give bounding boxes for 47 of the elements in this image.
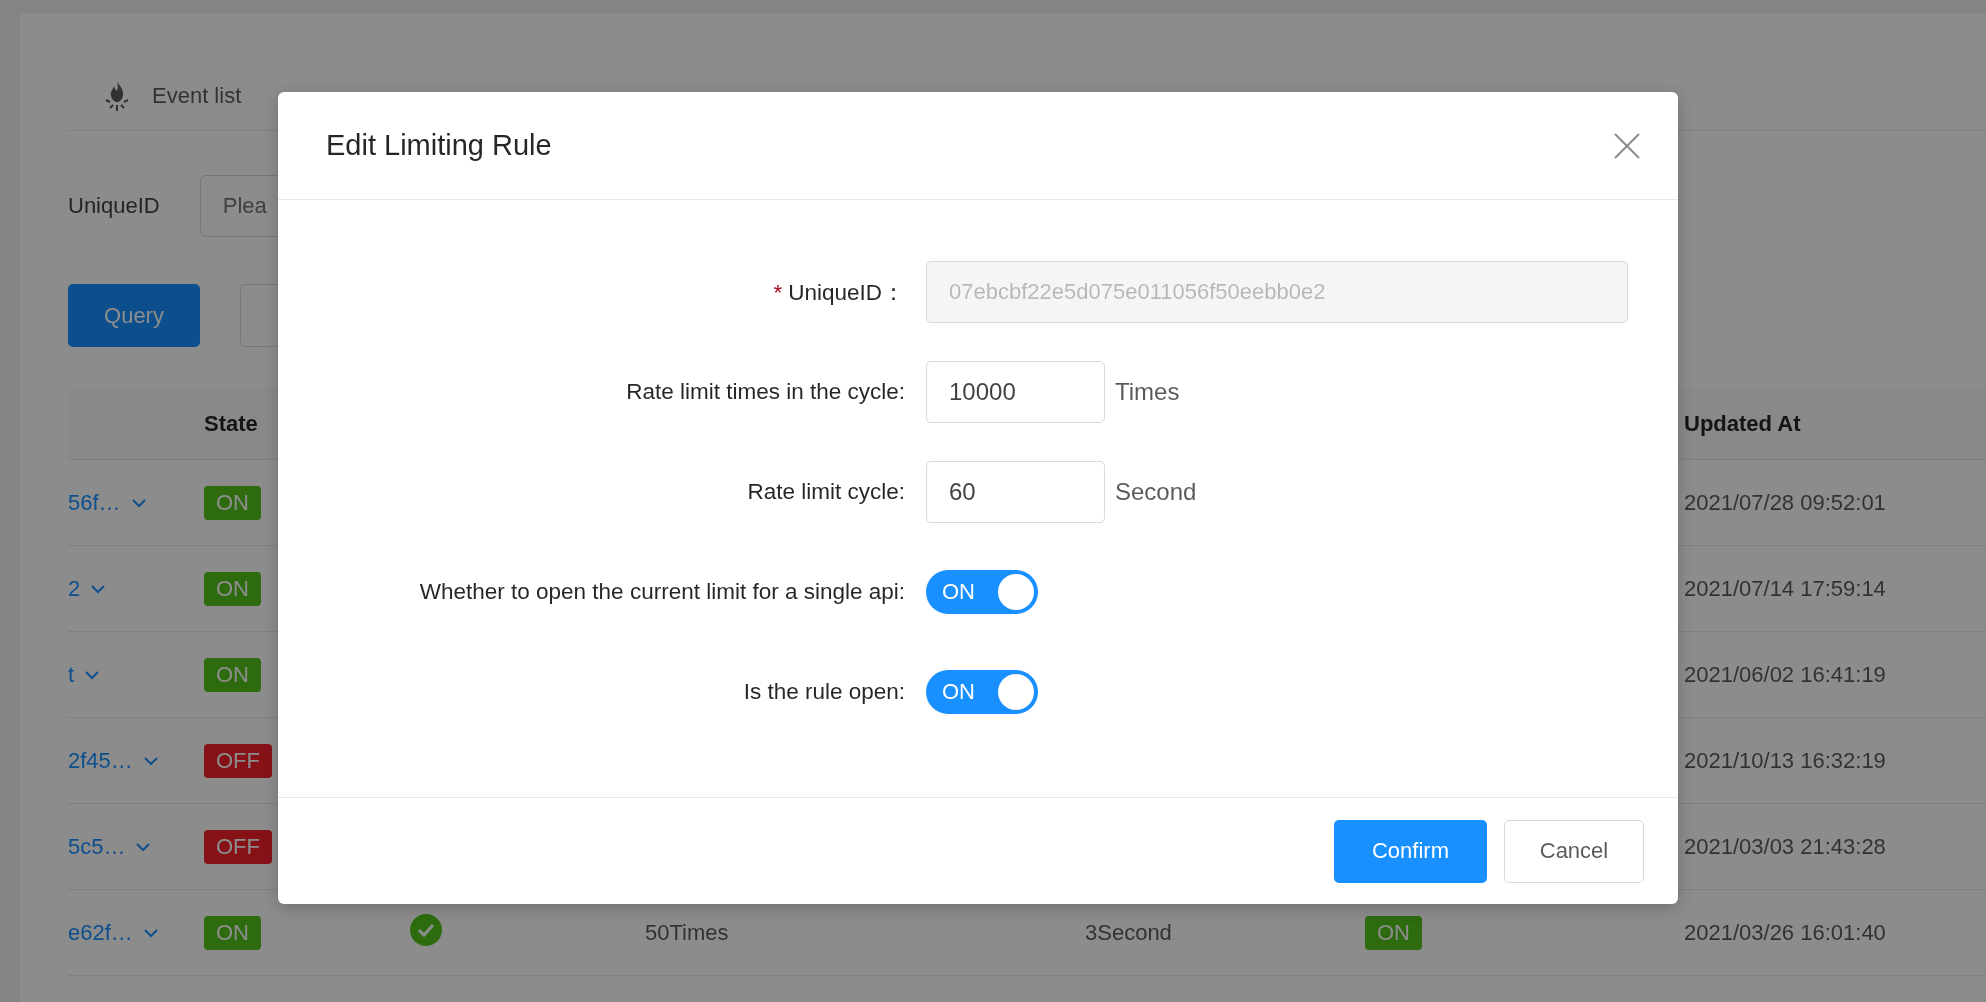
chevron-down-icon[interactable] [142, 927, 159, 938]
table-cell: 50Times [645, 919, 729, 945]
table-cell-text: 2021/10/13 16:32:19 [1684, 747, 1887, 774]
status-tag: OFF [204, 743, 272, 778]
field-label: * UniqueID： [773, 278, 905, 307]
field-label: Rate limit times in the cycle: [626, 379, 905, 405]
chevron-down-icon[interactable] [135, 841, 152, 852]
status-tag: ON [204, 915, 261, 950]
cancel-button[interactable]: Cancel [1504, 819, 1644, 883]
unit-label: Second [1115, 478, 1197, 506]
chevron-down-icon[interactable] [84, 669, 101, 680]
rule-id-link[interactable]: 2 [68, 575, 81, 602]
query-button[interactable]: Query [68, 284, 200, 347]
rule-id-link[interactable]: e62f… [68, 919, 133, 946]
toggle-switch[interactable]: ON [926, 570, 1038, 614]
table-cell-text: 2021/03/26 16:01:40 [1684, 919, 1887, 946]
field-label: UniqueID [68, 193, 160, 219]
rule-id-link[interactable]: t [68, 661, 75, 688]
rule-id-link[interactable]: 56f… [68, 489, 121, 516]
confirm-button[interactable]: Confirm [1334, 819, 1487, 883]
table-cell-text: 2021/07/28 09:52:01 [1684, 489, 1887, 516]
column-header: State [204, 411, 259, 437]
table-cell-text: 2021/03/03 21:43:28 [1684, 833, 1887, 860]
rule-id-link[interactable]: 5c5… [68, 833, 126, 860]
chevron-down-icon[interactable] [142, 755, 159, 766]
chevron-down-icon[interactable] [90, 583, 107, 594]
number-field[interactable]: 10000 [926, 361, 1105, 423]
unit-label: Times [1115, 378, 1180, 406]
table-cell-text: 2021/06/02 16:41:19 [1684, 661, 1887, 688]
rule-id-link[interactable]: 2f45… [68, 747, 133, 774]
number-field[interactable]: 60 [926, 461, 1105, 523]
toggle-switch[interactable]: ON [926, 670, 1038, 714]
status-tag: ON [204, 657, 261, 692]
column-header: Updated At [1684, 411, 1802, 437]
close-icon[interactable] [1614, 132, 1640, 159]
table-cell-text: 2021/07/14 17:59:14 [1684, 575, 1887, 602]
chevron-down-icon[interactable] [130, 497, 147, 508]
status-tag: OFF [204, 829, 272, 864]
field-label: Whether to open the current limit for a single api: [419, 579, 905, 605]
status-tag: ON [204, 571, 261, 606]
table-cell: 3Second [1085, 919, 1172, 945]
field-label: Rate limit cycle: [747, 479, 905, 505]
dialog-title: Edit Limiting Rule [326, 129, 552, 162]
tab[interactable]: Event list [68, 80, 242, 112]
field-label: Is the rule open: [743, 679, 905, 705]
status-tag: ON [204, 485, 261, 520]
status-tag: ON [1365, 915, 1422, 950]
